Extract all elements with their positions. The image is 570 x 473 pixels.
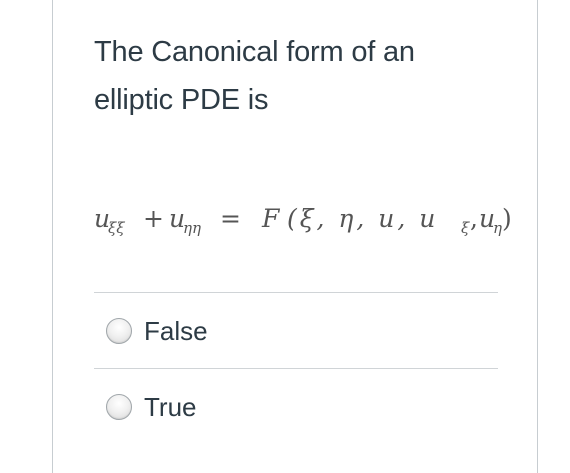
eq-arg4-sub: ξ <box>461 219 470 237</box>
eq-comma: , <box>470 204 478 233</box>
answer-divider <box>94 368 498 369</box>
question-text: The Canonical form of an elliptic PDE is <box>94 36 415 116</box>
equation: u ξξ + u ηη = F (ξ, η, u, u ξ , u η ) <box>94 201 514 241</box>
answer-option-false[interactable]: False <box>106 314 208 348</box>
answer-option-true[interactable]: True <box>106 390 197 424</box>
equation-svg: u ξξ + u ηη = F (ξ, η, u, u ξ , u η ) <box>94 204 512 237</box>
eq-equals: = <box>220 204 241 233</box>
eq-term1-sub: ξξ <box>108 219 125 237</box>
answer-label-false: False <box>144 315 208 346</box>
eq-arg5-sub: η <box>493 219 502 237</box>
eq-close: ) <box>502 204 512 233</box>
eq-args: (ξ, η, u, u <box>287 204 438 233</box>
eq-term2-sub: ηη <box>183 219 201 237</box>
answer-divider <box>94 292 498 293</box>
quiz-question-card: The Canonical form of an elliptic PDE is… <box>52 0 538 473</box>
answer-label-true: True <box>144 391 197 422</box>
eq-plus: + <box>143 204 164 233</box>
eq-func: F <box>261 204 281 233</box>
radio-false[interactable] <box>106 318 132 344</box>
radio-true[interactable] <box>106 394 132 420</box>
